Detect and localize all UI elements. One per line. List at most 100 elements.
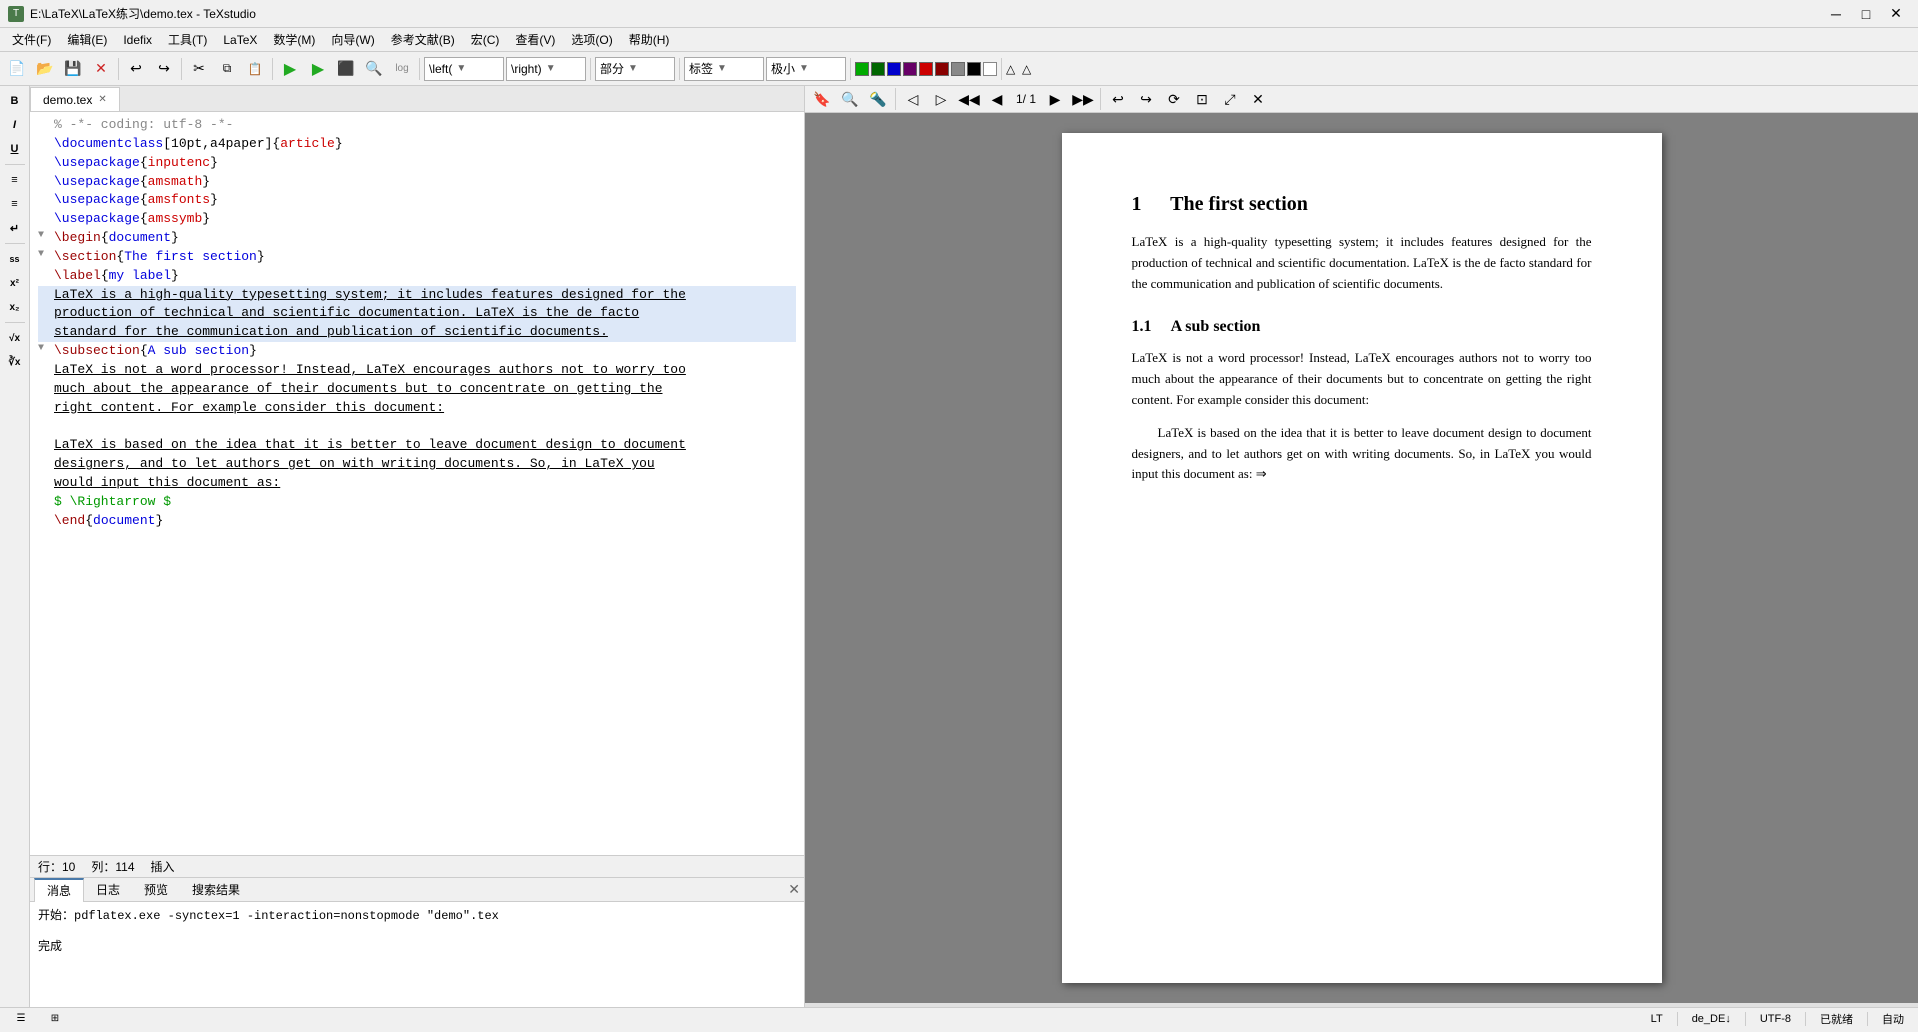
menu-tools[interactable]: 工具(T) [160, 29, 215, 50]
mode-indicator: 插入 [151, 858, 175, 875]
status-div-4 [1867, 1012, 1868, 1026]
align-right-button[interactable]: ≡ [4, 193, 26, 215]
close-doc-button[interactable]: ✕ [88, 56, 114, 82]
italic-button[interactable]: I [4, 114, 26, 136]
maximize-button[interactable]: □ [1852, 4, 1880, 24]
scroll-left-btn[interactable]: ◀ [825, 998, 851, 1007]
menu-wizard[interactable]: 向导(W) [323, 29, 382, 50]
preview-redo-btn[interactable]: ↪ [1133, 86, 1159, 112]
main-area: B I U ≡ ≡ ↵ ss x² x₂ √x ∛x demo.tex ✕ % … [0, 86, 1918, 1007]
menu-view[interactable]: 查看(V) [507, 29, 563, 50]
stop-button[interactable]: ⬛ [333, 56, 359, 82]
pdf-section-heading: 1 The first section [1132, 193, 1592, 216]
code-line-8: ▼ \section{The first section} [38, 248, 796, 267]
log-line-1: 开始：pdflatex.exe -synctex=1 -interaction=… [38, 906, 796, 923]
undo-button[interactable]: ↩ [123, 56, 149, 82]
preview-next-btn[interactable]: ▶▶ [1070, 86, 1096, 112]
color-purple-btn[interactable] [903, 62, 917, 76]
preview-prev-btn[interactable]: ◀◀ [956, 86, 982, 112]
compile-button[interactable]: ▶ [277, 56, 303, 82]
right-paren-dropdown[interactable]: \right) ▼ [506, 57, 586, 81]
pdf-subsection-title: A sub section [1171, 318, 1261, 335]
editor-content[interactable]: % -*- coding: utf-8 -*- \documentclass[1… [30, 112, 804, 855]
cut-button[interactable]: ✂ [186, 56, 212, 82]
copy-button[interactable]: ⧉ [214, 56, 240, 82]
preview-refresh-btn[interactable]: ⟳ [1161, 86, 1187, 112]
preview-forward-btn[interactable]: ▷ [928, 86, 954, 112]
log-button[interactable]: log [389, 56, 415, 82]
color-darkred-btn[interactable] [935, 62, 949, 76]
menu-file[interactable]: 文件(F) [4, 29, 59, 50]
paste-button[interactable]: 📋 [242, 56, 268, 82]
color-red-btn[interactable] [919, 62, 933, 76]
color-black-btn[interactable] [967, 62, 981, 76]
status-grid-btn[interactable]: ⊞ [42, 1006, 68, 1032]
preview-expand-btn[interactable]: ⊡ [1189, 86, 1215, 112]
menu-macro[interactable]: 宏(C) [463, 29, 508, 50]
color-blue-btn[interactable] [887, 62, 901, 76]
pdf-page: 1 The first section LaTeX is a high-qual… [1062, 133, 1662, 983]
sidebar-sep-3 [5, 322, 25, 323]
code-line-22: \end{document} [38, 512, 796, 531]
log-line-3: 完成 [38, 937, 796, 954]
log-tab-search[interactable]: 搜索结果 [180, 878, 252, 902]
size-dropdown[interactable]: 极小 ▼ [766, 57, 846, 81]
color-gray-btn[interactable] [951, 62, 965, 76]
preview-back-btn[interactable]: ◁ [900, 86, 926, 112]
superscript-button[interactable]: x² [4, 272, 26, 294]
newline-button[interactable]: ↵ [4, 217, 26, 239]
part-dropdown[interactable]: 部分 ▼ [595, 57, 675, 81]
underline-button[interactable]: U [4, 138, 26, 160]
preview-next-page-btn[interactable]: ▶ [1042, 86, 1068, 112]
sqrt-button[interactable]: √x [4, 327, 26, 349]
fold-arrow-7[interactable]: ▼ [38, 229, 50, 244]
fold-arrow-13[interactable]: ▼ [38, 342, 50, 357]
save-button[interactable]: 💾 [60, 56, 86, 82]
preview-search-btn[interactable]: 🔍 [837, 86, 863, 112]
open-button[interactable]: 📂 [32, 56, 58, 82]
menu-edit[interactable]: 编辑(E) [59, 29, 115, 50]
color-darkgreen-btn[interactable] [871, 62, 885, 76]
compile-view-button[interactable]: ▶ [305, 56, 331, 82]
code-editor[interactable]: % -*- coding: utf-8 -*- \documentclass[1… [30, 112, 804, 855]
pdf-subsection-heading: 1.1 A sub section [1132, 318, 1592, 336]
log-close-button[interactable]: ✕ [788, 881, 800, 898]
redo-button[interactable]: ↪ [151, 56, 177, 82]
bold-button[interactable]: B [4, 90, 26, 112]
preview-undo-btn[interactable]: ↩ [1105, 86, 1131, 112]
menu-math[interactable]: 数学(M) [265, 29, 323, 50]
status-list-btn[interactable]: ☰ [8, 1006, 34, 1032]
left-paren-dropdown[interactable]: \left( ▼ [424, 57, 504, 81]
log-tab-messages[interactable]: 消息 [34, 878, 84, 902]
tag-dropdown[interactable]: 标签 ▼ [684, 57, 764, 81]
color-white-btn[interactable] [983, 62, 997, 76]
new-button[interactable]: 📄 [4, 56, 30, 82]
separator-8 [1001, 58, 1002, 80]
log-tab-log[interactable]: 日志 [84, 878, 132, 902]
tab-close-icon[interactable]: ✕ [98, 94, 106, 105]
preview-scrollbar-bottom[interactable]: ◀ ▶ [805, 1003, 1918, 1007]
menu-help[interactable]: 帮助(H) [621, 29, 678, 50]
editor-tab-demo[interactable]: demo.tex ✕ [30, 87, 120, 111]
log-tab-preview[interactable]: 预览 [132, 878, 180, 902]
preview-prev-page-btn[interactable]: ◀ [984, 86, 1010, 112]
color-green-btn[interactable] [855, 62, 869, 76]
scroll-right-btn[interactable]: ▶ [1872, 998, 1898, 1007]
align-left-button[interactable]: ≡ [4, 169, 26, 191]
menu-options[interactable]: 选项(O) [563, 29, 620, 50]
cbrt-button[interactable]: ∛x [4, 351, 26, 373]
close-button[interactable]: ✕ [1882, 4, 1910, 24]
smallcaps-button[interactable]: ss [4, 248, 26, 270]
preview-info-btn[interactable]: 🔦 [865, 86, 891, 112]
preview-bookmark-btn[interactable]: 🔖 [809, 86, 835, 112]
subscript-button[interactable]: x₂ [4, 296, 26, 318]
menu-references[interactable]: 参考文献(B) [383, 29, 463, 50]
code-line-20: would input this document as: [38, 474, 796, 493]
menu-latex[interactable]: LaTeX [215, 31, 265, 49]
preview-fullscreen-btn[interactable]: ⤢ [1217, 86, 1243, 112]
preview-close-btn[interactable]: ✕ [1245, 86, 1271, 112]
minimize-button[interactable]: ─ [1822, 4, 1850, 24]
fold-arrow-8[interactable]: ▼ [38, 248, 50, 263]
menu-idefix[interactable]: Idefix [115, 31, 160, 49]
search-button[interactable]: 🔍 [361, 56, 387, 82]
